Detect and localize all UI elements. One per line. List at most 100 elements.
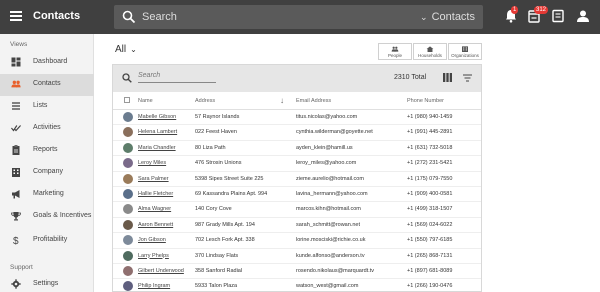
people-icon bbox=[11, 80, 21, 88]
sidebar-item-marketing[interactable]: Marketing bbox=[0, 184, 94, 206]
table-row[interactable]: Maria Chandler 80 Liza Path ayden_klein@ha… bbox=[113, 141, 481, 157]
contact-address: 57 Raynor Islands bbox=[195, 114, 240, 120]
sidebar-item-contacts[interactable]: Contacts bbox=[0, 74, 94, 96]
search-scope-dropdown[interactable]: ⌄ Contacts bbox=[420, 11, 475, 23]
sidebar-item-label: Reports bbox=[33, 146, 58, 153]
contact-name-link[interactable]: Sara Palmer bbox=[138, 176, 169, 182]
view-organizations-button[interactable]: Organizations bbox=[448, 43, 482, 60]
columns-icon[interactable] bbox=[443, 73, 452, 82]
column-phone[interactable]: Phone Number bbox=[407, 98, 444, 104]
table-row[interactable]: Philip Ingram 5933 Talon Plaza watson_west… bbox=[113, 279, 481, 292]
table-row[interactable]: Mabelle Gibson 57 Raynor Islands titus.nic… bbox=[113, 110, 481, 126]
table-toolbar: Search 2310 Total bbox=[113, 65, 481, 92]
sidebar-item-label: Contacts bbox=[33, 80, 61, 87]
table-row[interactable]: Alma Wagner 140 Cory Cove marcos.kihn@hotm… bbox=[113, 202, 481, 218]
notes-button[interactable] bbox=[552, 9, 568, 25]
clipboard-icon bbox=[12, 145, 20, 155]
contact-email: lorine.mosciskі@richie.co.uk bbox=[296, 237, 366, 244]
view-people-button[interactable]: People bbox=[378, 43, 412, 60]
profile-button[interactable] bbox=[576, 9, 592, 25]
avatar bbox=[123, 204, 133, 215]
global-search-input[interactable]: Search bbox=[142, 11, 177, 23]
sidebar-item-label: Lists bbox=[33, 102, 48, 109]
avatar bbox=[123, 250, 133, 261]
total-count: 2310 Total bbox=[394, 74, 427, 81]
table-row[interactable]: Leroy Miles 476 Strosin Unions leroy_miles… bbox=[113, 156, 481, 172]
menu-icon[interactable] bbox=[10, 11, 22, 21]
column-name[interactable]: Name bbox=[138, 98, 153, 104]
notifications-badge: 1 bbox=[511, 6, 519, 14]
organization-icon bbox=[462, 46, 468, 52]
view-label: People bbox=[387, 53, 402, 58]
contact-name-link[interactable]: Maria Chandler bbox=[138, 145, 176, 151]
contact-name-link[interactable]: Helena Lambert bbox=[138, 129, 177, 135]
table-search-input[interactable]: Search bbox=[138, 70, 216, 83]
contact-address: 476 Strosin Unions bbox=[195, 160, 242, 167]
contact-address: 5933 Talon Plaza bbox=[195, 283, 238, 290]
building-icon bbox=[12, 168, 20, 177]
search-icon bbox=[122, 73, 132, 83]
chevron-down-icon: ⌄ bbox=[130, 45, 137, 54]
megaphone-icon bbox=[12, 190, 20, 199]
tasks-badge: 312 bbox=[534, 6, 549, 14]
table-row[interactable]: Hallie Fletcher 69 Kassandra Plains Apt. … bbox=[113, 187, 481, 203]
table-row[interactable]: Gilbert Underwood 358 Sanford Radial rosen… bbox=[113, 264, 481, 280]
filter-icon[interactable] bbox=[463, 74, 472, 82]
contact-email: ayden_klein@hamill.us bbox=[296, 144, 353, 151]
avatar bbox=[123, 127, 133, 138]
contact-name-link[interactable]: Alma Wagner bbox=[138, 206, 171, 212]
avatar bbox=[123, 281, 133, 292]
home-icon bbox=[426, 46, 434, 52]
contact-address: 370 Lindsay Flats bbox=[195, 252, 239, 259]
notifications-button[interactable]: 1 bbox=[505, 6, 521, 25]
table-row[interactable]: Aaron Bennett 987 Grady Mills Apt. 194 sar… bbox=[113, 218, 481, 234]
contact-address: 022 Feest Haven bbox=[195, 129, 237, 136]
contact-name-link[interactable]: Gilbert Underwood bbox=[138, 268, 184, 274]
search-icon bbox=[122, 10, 136, 24]
contact-address: 5398 Sipes Street Suite 225 bbox=[195, 175, 264, 182]
sort-arrow-icon[interactable]: ↓ bbox=[280, 96, 284, 105]
table-row[interactable]: Larry Phelps 370 Lindsay Flats kunde.alfon… bbox=[113, 249, 481, 264]
sidebar-item-reports[interactable]: Reports bbox=[0, 140, 94, 162]
sidebar-item-label: Marketing bbox=[33, 190, 64, 197]
sidebar-item-label: Profitability bbox=[33, 236, 68, 243]
sidebar-item-goals[interactable]: Goals & Incentives bbox=[0, 206, 94, 228]
people-icon bbox=[391, 46, 399, 52]
trophy-icon bbox=[11, 212, 21, 221]
contact-name-link[interactable]: Larry Phelps bbox=[138, 253, 169, 259]
sidebar-item-dashboard[interactable]: Dashboard bbox=[0, 52, 94, 74]
sidebar-item-lists[interactable]: Lists bbox=[0, 96, 94, 118]
sidebar-item-settings[interactable]: Settings bbox=[0, 274, 94, 292]
contact-email: leroy_miles@yahoo.com bbox=[296, 160, 357, 167]
contact-name-link[interactable]: Jon Gibson bbox=[138, 237, 166, 243]
tasks-button[interactable]: 312 bbox=[528, 6, 549, 25]
avatar bbox=[123, 219, 133, 230]
sidebar-item-activities[interactable]: Activities bbox=[0, 118, 94, 140]
table-row[interactable]: Sara Palmer 5398 Sipes Street Suite 225 zi… bbox=[113, 172, 481, 187]
contact-name-link[interactable]: Hallie Fletcher bbox=[138, 191, 173, 197]
column-email[interactable]: Email Address bbox=[296, 98, 331, 104]
table-row[interactable]: Helena Lambert 022 Feest Haven cynthia.wil… bbox=[113, 125, 481, 141]
contact-email: rosendo.nikolaus@marquardt.tv bbox=[296, 268, 375, 274]
column-address[interactable]: Address bbox=[195, 98, 215, 104]
sidebar-item-profitability[interactable]: $ Profitability bbox=[0, 230, 94, 252]
contact-phone: +1 (266) 190-0476 bbox=[407, 283, 453, 290]
main-content: All ⌄ People Households Organizations Sea bbox=[94, 34, 600, 292]
contact-name-link[interactable]: Mabelle Gibson bbox=[138, 114, 176, 120]
global-search-bar[interactable]: Search ⌄ Contacts bbox=[114, 5, 483, 29]
contact-name-link[interactable]: Philip Ingram bbox=[138, 283, 170, 289]
contact-email: cynthia.wilderman@goyette.net bbox=[296, 129, 373, 136]
avatar bbox=[123, 158, 133, 169]
contact-email: lavina_hermann@yahoo.com bbox=[296, 191, 368, 197]
contact-email: titus.nicolas@yahoo.com bbox=[296, 114, 358, 120]
table-row[interactable]: Jon Gibson 702 Lesch Fork Apt. 338 lorine.… bbox=[113, 233, 481, 249]
contact-email: zieme.aurelio@hotmail.com bbox=[296, 175, 364, 182]
contact-name-link[interactable]: Leroy Miles bbox=[138, 160, 166, 166]
contact-phone: +1 (265) 868-7131 bbox=[407, 252, 453, 259]
select-all-checkbox[interactable] bbox=[124, 97, 130, 103]
filter-dropdown[interactable]: All ⌄ bbox=[115, 44, 137, 55]
view-households-button[interactable]: Households bbox=[413, 43, 447, 60]
sidebar-item-company[interactable]: Company bbox=[0, 162, 94, 184]
contact-email: watson_west@gmail.com bbox=[296, 283, 359, 290]
contact-name-link[interactable]: Aaron Bennett bbox=[138, 222, 173, 228]
